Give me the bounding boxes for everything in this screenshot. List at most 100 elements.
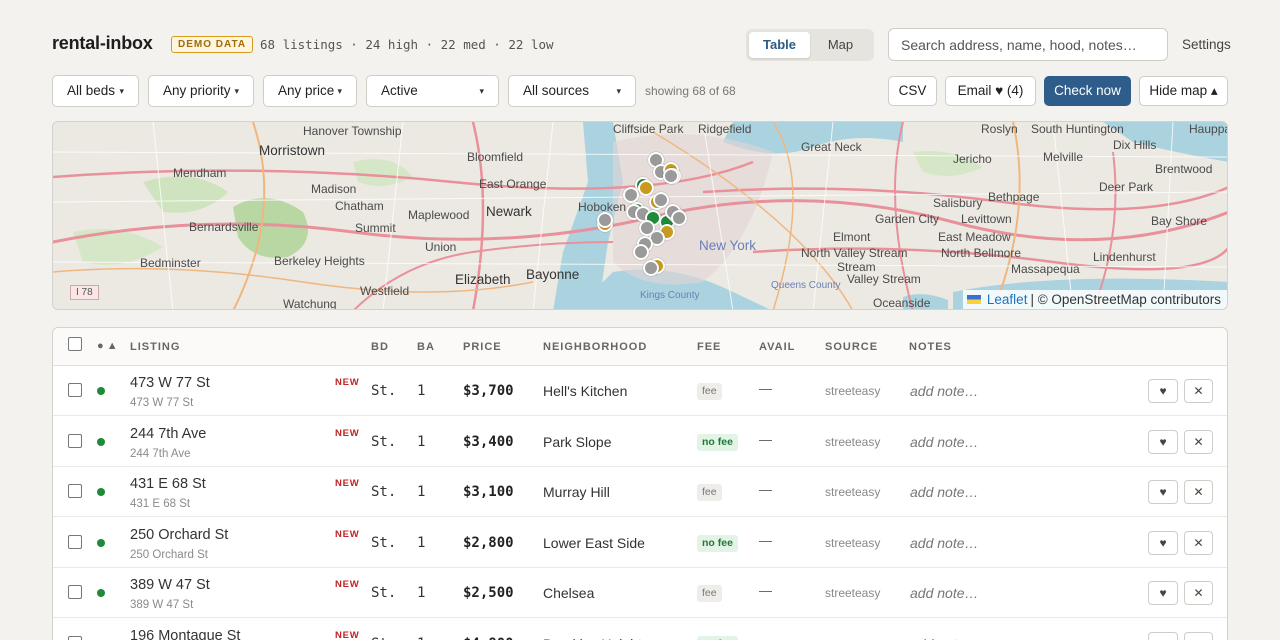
table-row[interactable]: 473 W 77 St 473 W 77 St NEW St. 1 $3,700 Hell'… [53, 366, 1227, 416]
highway-shield: I 78 [70, 285, 99, 300]
bathrooms: 1 [417, 383, 426, 399]
map-label: Watchung [283, 297, 337, 310]
map-label: Hanover Township [303, 124, 402, 138]
bedrooms: St. [371, 585, 397, 601]
favorite-button[interactable]: ♥ [1148, 480, 1178, 504]
col-notes[interactable]: NOTES [909, 341, 952, 353]
search-input[interactable] [888, 28, 1168, 61]
listing-title[interactable]: 389 W 47 St [130, 577, 210, 593]
new-badge: NEW [335, 377, 360, 388]
priority-dot [97, 589, 105, 597]
listing-marker[interactable] [638, 180, 654, 196]
map-label: Berkeley Heights [274, 254, 365, 268]
col-fee[interactable]: FEE [697, 341, 721, 353]
listings-map[interactable]: Morristown Hanover Township Cliffside Pa… [52, 121, 1228, 310]
notes-input[interactable]: add note… [910, 636, 979, 640]
listing-title[interactable]: 431 E 68 St [130, 476, 206, 492]
chevron-down-icon: ▾ [479, 86, 484, 96]
listing-address: 244 7th Ave [130, 447, 191, 460]
map-label: Jericho [953, 152, 992, 166]
hide-map-button[interactable]: Hide map ▴ [1139, 76, 1228, 106]
favorite-button[interactable]: ♥ [1148, 530, 1178, 555]
favorite-button[interactable]: ♥ [1148, 631, 1178, 640]
select-all-checkbox[interactable] [68, 337, 82, 351]
listing-title[interactable]: 196 Montague St [130, 628, 240, 640]
table-row[interactable]: 389 W 47 St 389 W 47 St NEW St. 1 $2,500 Chels… [53, 568, 1227, 618]
priority-filter[interactable]: Any priority ▾ [148, 75, 254, 107]
listing-marker[interactable] [643, 260, 659, 276]
listing-title[interactable]: 250 Orchard St [130, 527, 228, 543]
notes-input[interactable]: add note… [910, 535, 979, 551]
source-filter-value: All sources [523, 83, 590, 98]
notes-input[interactable]: add note… [910, 585, 979, 601]
csv-button[interactable]: CSV [888, 76, 937, 106]
price: $2,500 [463, 585, 514, 601]
dismiss-button[interactable]: ✕ [1184, 581, 1213, 605]
row-checkbox[interactable] [68, 484, 82, 498]
col-bd[interactable]: BD [371, 341, 389, 353]
notes-input[interactable]: add note… [910, 383, 979, 399]
price-filter[interactable]: Any price ▾ [263, 75, 357, 107]
map-attribution: Leaflet | © OpenStreetMap contributors [962, 290, 1227, 309]
settings-link[interactable]: Settings [1182, 37, 1231, 52]
table-row[interactable]: 431 E 68 St 431 E 68 St NEW St. 1 $3,100 Murra… [53, 467, 1227, 517]
email-favorites-button[interactable]: Email ♥ (4) [945, 76, 1036, 106]
col-price[interactable]: PRICE [463, 341, 502, 353]
map-label: Salisbury [933, 196, 983, 210]
dismiss-button[interactable]: ✕ [1184, 530, 1213, 555]
row-checkbox[interactable] [68, 433, 82, 448]
bathrooms: 1 [417, 534, 426, 551]
map-label: Chatham [335, 199, 384, 213]
price: $3,100 [463, 484, 514, 500]
favorite-button[interactable]: ♥ [1148, 581, 1178, 605]
table-row[interactable]: 196 Montague St196 Montague StNEWSt.1$4,… [53, 619, 1227, 640]
leaflet-link[interactable]: Leaflet [987, 292, 1028, 307]
row-checkbox[interactable] [68, 585, 82, 599]
source-filter[interactable]: All sources ▾ [508, 75, 636, 107]
availability: — [759, 431, 772, 447]
col-ba[interactable]: BA [417, 341, 435, 353]
fee-badge: no fee [697, 534, 738, 552]
row-checkbox[interactable] [68, 635, 82, 640]
dismiss-button[interactable]: ✕ [1184, 480, 1213, 504]
notes-input[interactable]: add note… [910, 434, 979, 450]
row-checkbox[interactable] [68, 534, 82, 549]
notes-input[interactable]: add note… [910, 484, 979, 500]
status-filter[interactable]: Active ▾ [366, 75, 499, 107]
fee-badge: fee [697, 383, 722, 400]
listing-marker[interactable] [639, 220, 655, 236]
demo-data-badge: DEMO DATA [171, 36, 254, 53]
map-label: Cliffside Park [613, 122, 684, 136]
listing-title[interactable]: 473 W 77 St [130, 375, 210, 391]
priority-sort-icon[interactable]: ● ▲ [97, 340, 118, 352]
view-table-button[interactable]: Table [749, 32, 810, 58]
listing-title[interactable]: 244 7th Ave [130, 426, 206, 442]
listing-marker[interactable] [633, 244, 649, 260]
priority-dot [97, 387, 105, 395]
favorite-button[interactable]: ♥ [1148, 429, 1178, 454]
table-row[interactable]: 244 7th Ave 244 7th Ave NEW St. 1 $3,400 Park … [53, 417, 1227, 467]
priority-dot [97, 488, 105, 496]
dismiss-button[interactable]: ✕ [1184, 429, 1213, 454]
availability: — [759, 583, 772, 598]
listing-marker[interactable] [597, 212, 613, 228]
listing-marker[interactable] [671, 210, 687, 226]
check-now-button[interactable]: Check now [1044, 76, 1131, 106]
dismiss-button[interactable]: ✕ [1184, 631, 1213, 640]
col-source[interactable]: SOURCE [825, 341, 878, 353]
osm-attribution: | © OpenStreetMap contributors [1030, 292, 1221, 307]
map-label: Roslyn [981, 122, 1018, 136]
table-row[interactable]: 250 Orchard St 250 Orchard St NEW St. 1 $2,80… [53, 518, 1227, 568]
view-toggle: Table Map [746, 29, 874, 61]
listing-marker[interactable] [663, 168, 679, 184]
row-checkbox[interactable] [68, 383, 82, 397]
col-avail[interactable]: AVAIL [759, 341, 795, 353]
view-map-button[interactable]: Map [810, 32, 871, 58]
dismiss-button[interactable]: ✕ [1184, 379, 1213, 403]
col-neighborhood[interactable]: NEIGHBORHOOD [543, 341, 647, 353]
col-listing[interactable]: LISTING [130, 341, 180, 353]
listing-marker[interactable] [623, 187, 639, 203]
beds-filter[interactable]: All beds ▾ [52, 75, 139, 107]
availability: — [759, 381, 772, 396]
favorite-button[interactable]: ♥ [1148, 379, 1178, 403]
